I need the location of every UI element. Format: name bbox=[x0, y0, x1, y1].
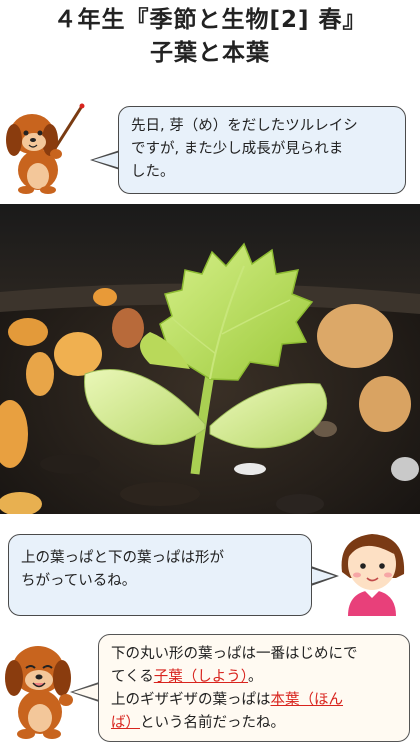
bubble-text: 上のギザギザの葉っぱは bbox=[111, 692, 271, 708]
title-line-1: ４年生『季節と生物[2] 春』 bbox=[53, 7, 367, 33]
bubble-line: した。 bbox=[131, 164, 175, 180]
bubble-line: 下の丸い形の葉っぱは一番はじめにで bbox=[111, 646, 358, 662]
bubble-text: という名前だったね。 bbox=[140, 715, 285, 731]
bubble-line: てくる子葉（しよう）。 bbox=[111, 666, 397, 689]
girl-student-icon bbox=[341, 534, 405, 616]
seedling-photo bbox=[0, 204, 420, 514]
speech-bubble-girl: 上の葉っぱと下の葉っぱは形が ちがっているね。 bbox=[8, 534, 312, 616]
bubble-line: ですが, また少し成長が見られま bbox=[131, 141, 344, 157]
speech-bubble-dog-1: 先日, 芽（め）をだしたツルレイシ ですが, また少し成長が見られま した。 bbox=[118, 106, 406, 194]
term-cotyledon: 子葉（しよう） bbox=[153, 669, 249, 685]
page-title: ４年生『季節と生物[2] 春』 子葉と本葉 bbox=[0, 4, 420, 70]
bubble-line: 上のギザギザの葉っぱは本葉（ほん bbox=[111, 689, 397, 712]
bubble-line: ば）という名前だったね。 bbox=[111, 712, 397, 735]
term-true-leaf: 本葉（ほん bbox=[270, 692, 344, 708]
bubble-line: ちがっているね。 bbox=[21, 573, 137, 589]
title-line-2: 子葉と本葉 bbox=[150, 40, 270, 66]
bubble-text: てくる bbox=[111, 669, 154, 685]
dog-teacher-icon bbox=[6, 103, 85, 194]
bubble-text: 。 bbox=[248, 669, 263, 685]
bubble-line: 上の葉っぱと下の葉っぱは形が bbox=[21, 550, 224, 566]
bubble-line: 先日, 芽（め）をだしたツルレイシ bbox=[131, 118, 358, 134]
term-true-leaf-cont: ば） bbox=[111, 715, 140, 731]
speech-bubble-dog-2: 下の丸い形の葉っぱは一番はじめにで てくる子葉（しよう）。 上のギザギザの葉っぱ… bbox=[98, 634, 410, 742]
